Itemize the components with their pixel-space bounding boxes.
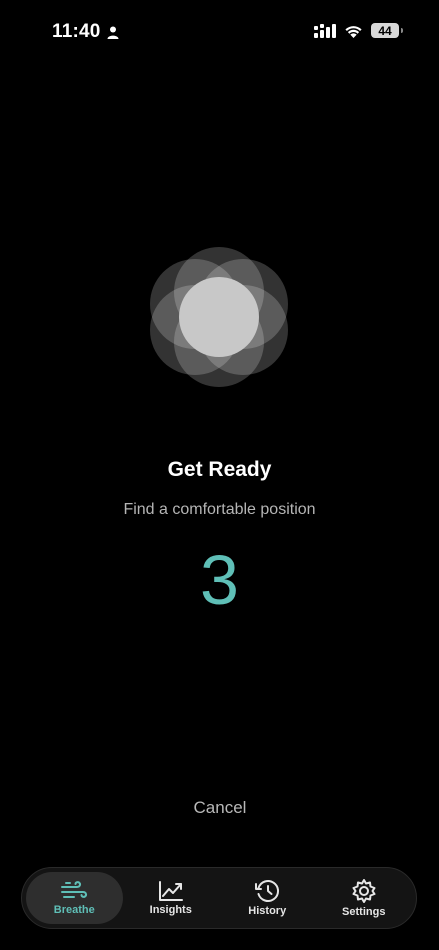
- battery-level: 44: [378, 23, 392, 38]
- history-clock-icon: [255, 880, 280, 902]
- status-time-text: 11:40: [52, 21, 101, 42]
- trend-chart-icon: [158, 881, 183, 901]
- tab-insights-label: Insights: [149, 904, 192, 916]
- tab-settings[interactable]: Settings: [316, 872, 413, 924]
- tab-breathe[interactable]: Breathe: [26, 872, 123, 924]
- status-time: 11:40: [52, 21, 119, 43]
- countdown-number: 3: [200, 541, 239, 619]
- tab-insights[interactable]: Insights: [123, 872, 220, 924]
- person-icon: [107, 26, 119, 39]
- tab-history-label: History: [248, 905, 287, 917]
- cancel-button[interactable]: Cancel: [170, 798, 270, 818]
- wind-icon: [61, 881, 88, 898]
- status-indicators: 44: [314, 23, 403, 38]
- session-subtitle: Find a comfortable position: [123, 501, 316, 518]
- tab-settings-label: Settings: [342, 906, 386, 918]
- status-bar: 11:40 44: [0, 0, 439, 64]
- tab-bar: Breathe Insights History Settings: [21, 867, 417, 929]
- battery-icon: 44: [371, 23, 403, 38]
- wifi-icon: [345, 25, 362, 38]
- gear-icon: [352, 879, 376, 903]
- session-title: Get Ready: [167, 458, 272, 481]
- breathing-flower: [150, 247, 288, 387]
- tab-history[interactable]: History: [219, 872, 316, 924]
- cellular-signal-icon: [314, 23, 336, 38]
- tab-breathe-label: Breathe: [53, 904, 95, 916]
